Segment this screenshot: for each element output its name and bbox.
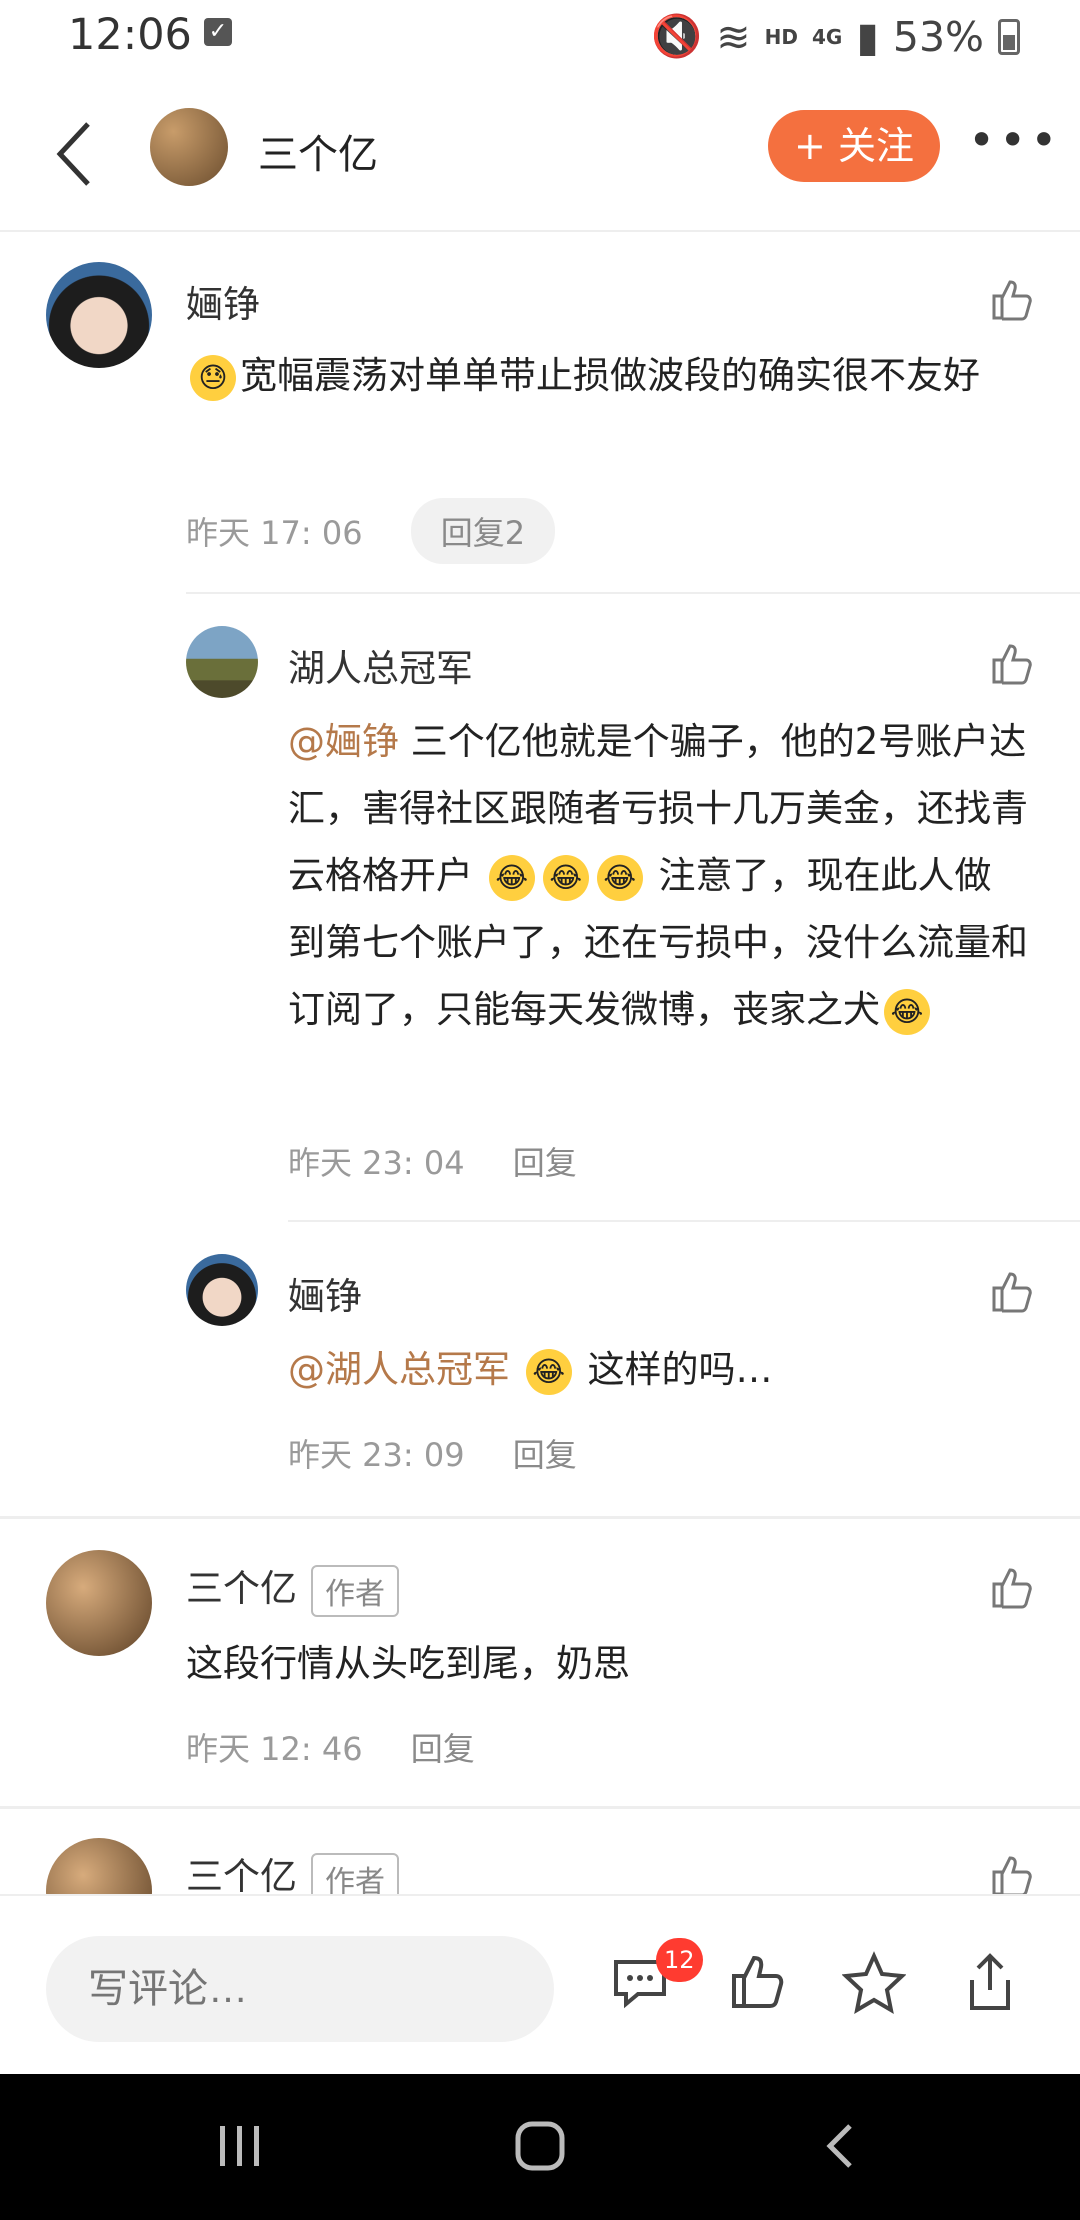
- section-divider: [0, 1806, 1080, 1809]
- mention-link[interactable]: @湖人总冠军: [288, 1348, 510, 1391]
- comment-meta: 昨天 23: 04 回复: [288, 1138, 577, 1184]
- comment-meta: 昨天 12: 46 回复: [186, 1724, 475, 1770]
- comment-input-wrapper[interactable]: [46, 1936, 554, 2042]
- laugh-emoji-icon: 😂: [488, 854, 535, 901]
- avatar[interactable]: [186, 1254, 258, 1326]
- notification-check-icon: ✓: [204, 18, 232, 46]
- back-button[interactable]: [48, 114, 108, 194]
- avatar[interactable]: [46, 262, 152, 368]
- reply-button[interactable]: 回复2: [410, 498, 556, 564]
- home-icon[interactable]: [510, 2116, 570, 2176]
- wifi-icon: ≋: [716, 12, 751, 61]
- hd-label: HD: [764, 24, 798, 49]
- laugh-emoji-icon: 😂: [884, 988, 930, 1035]
- laugh-emoji-icon: 😂: [525, 1348, 572, 1395]
- signal-icon: ▮: [856, 12, 879, 61]
- share-icon[interactable]: [958, 1950, 1022, 2014]
- reply-button[interactable]: 回复: [513, 1436, 577, 1474]
- network-label: 4G: [811, 24, 843, 49]
- star-icon[interactable]: [842, 1950, 906, 2014]
- avatar[interactable]: [46, 1550, 152, 1656]
- comment-author[interactable]: 湖人总冠军: [288, 638, 473, 692]
- reply-comment: 婳铮 @湖人总冠军 😂 这样的吗… 昨天 23: 09 回复: [0, 1254, 1080, 1484]
- reply-comment: 湖人总冠军 @婳铮 三个亿他就是个骗子，他的2号账户达汇，害得社区跟随者亏损十几…: [0, 626, 1080, 1186]
- author-avatar[interactable]: [150, 108, 228, 186]
- comment-author[interactable]: 三个亿 作者: [186, 1846, 399, 1894]
- comment-body: 宽幅震荡对单单带止损做波段的确实很不友好: [240, 354, 980, 397]
- divider: [288, 1220, 1080, 1222]
- avatar[interactable]: [186, 626, 258, 698]
- like-icon[interactable]: [726, 1950, 790, 2014]
- comment-author[interactable]: 婳铮: [186, 274, 260, 328]
- comment: 婳铮 😓 宽幅震荡对单单带止损做波段的确实很不友好 昨天 17: 06 回复2: [0, 262, 1080, 582]
- comment-author[interactable]: 婳铮: [288, 1266, 362, 1320]
- reply-button[interactable]: 回复: [513, 1144, 577, 1182]
- page-title: 三个亿: [258, 132, 378, 178]
- more-button[interactable]: •••: [968, 117, 1057, 180]
- comment-count-badge: 12: [656, 1938, 703, 1982]
- comment-body: 这样的吗…: [587, 1348, 773, 1391]
- recent-apps-icon[interactable]: [210, 2116, 270, 2176]
- comment-time: 昨天 17: 06: [186, 514, 363, 552]
- mute-icon: 🔇: [651, 12, 703, 60]
- comment-text: 😓 宽幅震荡对单单带止损做波段的确实很不友好: [186, 342, 1026, 409]
- back-icon[interactable]: [812, 2116, 872, 2176]
- author-badge: 作者: [311, 1564, 399, 1617]
- sweat-emoji-icon: 😓: [190, 354, 236, 401]
- comment: 三个亿 作者: [0, 1838, 1080, 1894]
- comment-time: 昨天 12: 46: [186, 1730, 363, 1768]
- chevron-left-icon: [56, 122, 90, 186]
- comment: 三个亿 作者 这段行情从头吃到尾，奶思 昨天 12: 46 回复: [0, 1550, 1080, 1770]
- like-icon[interactable]: [988, 1852, 1036, 1894]
- section-divider: [0, 1516, 1080, 1519]
- laugh-emoji-icon: 😂: [542, 854, 589, 901]
- author-name: 三个亿: [186, 1855, 297, 1894]
- system-nav-bar: [0, 2074, 1080, 2220]
- status-icons: 🔇 ≋ HD 4G ▮ 53%: [651, 12, 1020, 61]
- bottom-action-bar: 12: [0, 1894, 1080, 2076]
- like-icon[interactable]: [988, 276, 1036, 324]
- header: 三个亿 + 关注 •••: [0, 80, 1080, 232]
- like-icon[interactable]: [988, 1268, 1036, 1316]
- mention-link[interactable]: @婳铮: [288, 720, 399, 763]
- battery-label: 53%: [892, 12, 984, 61]
- follow-button[interactable]: + 关注: [768, 110, 940, 182]
- author-badge: 作者: [311, 1852, 399, 1894]
- comment-text: @婳铮 三个亿他就是个骗子，他的2号账户达汇，害得社区跟随者亏损十几万美金，还找…: [288, 708, 1028, 1043]
- comment-time: 昨天 23: 04: [288, 1144, 465, 1182]
- reply-button[interactable]: 回复: [411, 1730, 475, 1768]
- comment-text: @湖人总冠军 😂 这样的吗…: [288, 1336, 1028, 1403]
- like-icon[interactable]: [988, 640, 1036, 688]
- status-bar: 12:06 ✓ 🔇 ≋ HD 4G ▮ 53%: [0, 0, 1080, 80]
- divider: [186, 592, 1080, 594]
- like-icon[interactable]: [988, 1564, 1036, 1612]
- avatar[interactable]: [46, 1838, 152, 1894]
- comment-meta: 昨天 23: 09 回复: [288, 1430, 577, 1476]
- comment-text: 这段行情从头吃到尾，奶思: [186, 1642, 630, 1685]
- comment-meta: 昨天 17: 06 回复2: [186, 498, 556, 564]
- status-time: 12:06: [68, 10, 192, 60]
- battery-icon: [998, 18, 1020, 55]
- laugh-emoji-icon: 😂: [596, 854, 643, 901]
- author-name: 三个亿: [186, 1567, 297, 1610]
- comment-author[interactable]: 三个亿 作者: [186, 1558, 399, 1617]
- comment-input[interactable]: [46, 1936, 554, 2042]
- comment-time: 昨天 23: 09: [288, 1436, 465, 1474]
